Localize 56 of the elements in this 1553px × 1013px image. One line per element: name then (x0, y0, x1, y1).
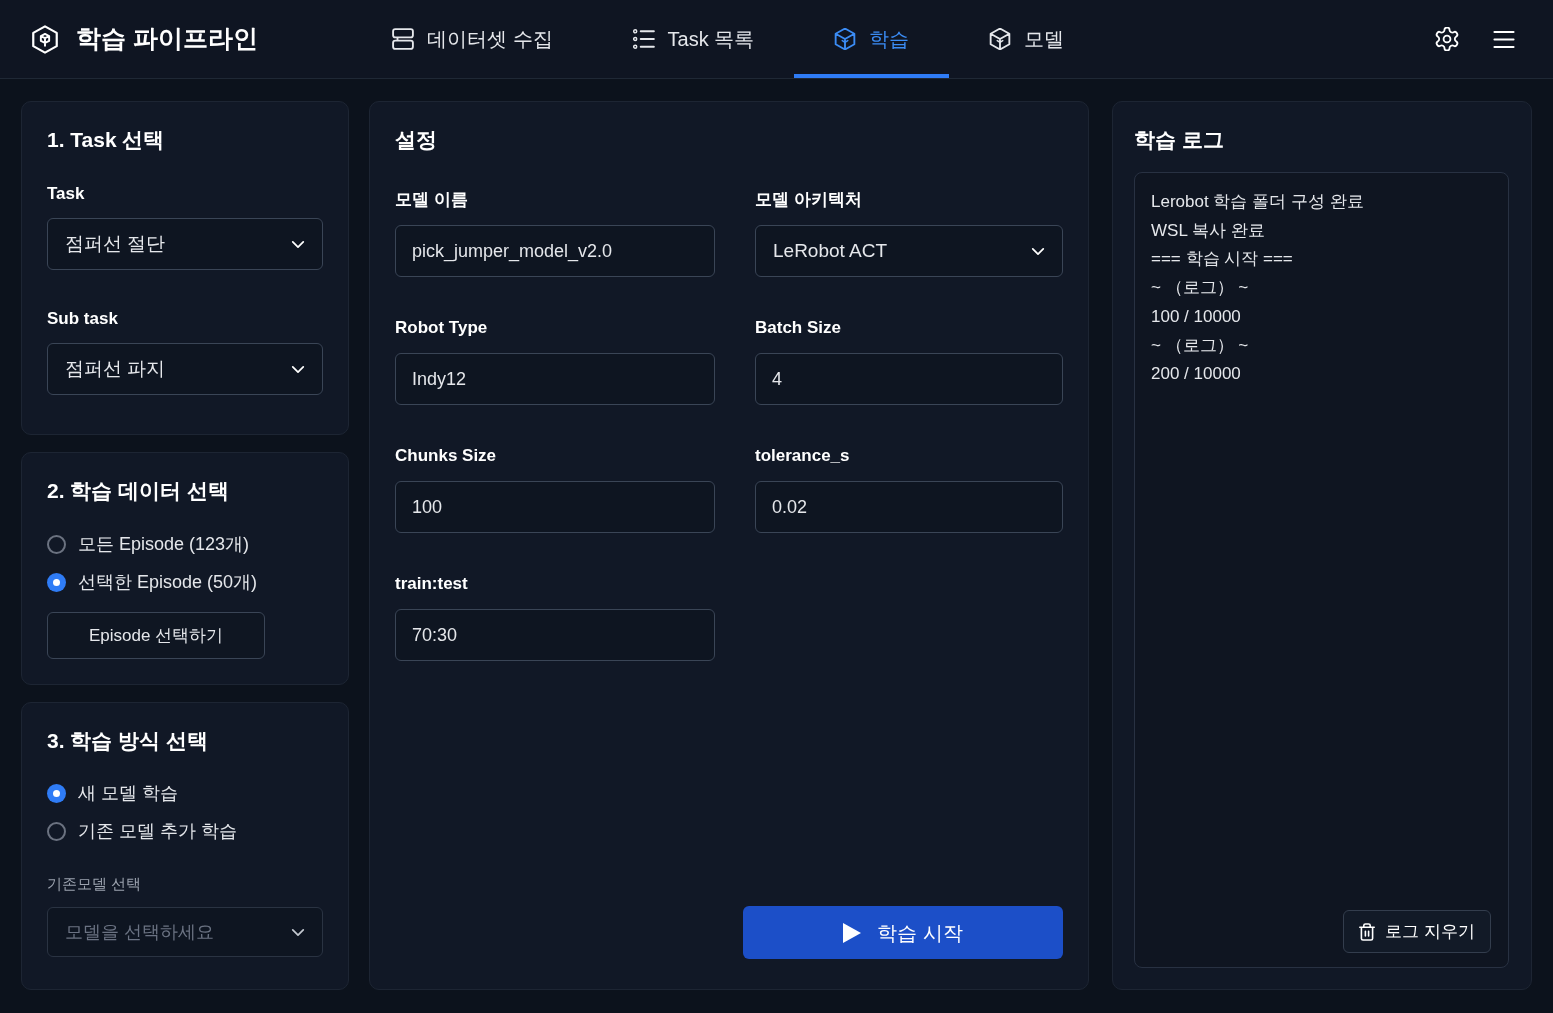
field-label: Batch Size (755, 317, 842, 339)
log-line: Lerobot 학습 폴더 구성 완료 (1151, 191, 1364, 213)
dropdown[interactable]: 점퍼선 파지 (47, 343, 323, 395)
field-label: 모델 아키텍처 (755, 189, 863, 211)
text-field[interactable]: 70:30 (395, 609, 715, 661)
chevron-down-icon (291, 364, 305, 374)
text-field[interactable]: Indy12 (395, 353, 715, 405)
panel-title: 설정 (395, 127, 438, 153)
panel-title: 2. 학습 데이터 선택 (47, 478, 230, 504)
list-icon (632, 28, 655, 50)
chevron-down-icon (291, 239, 305, 249)
dropdown[interactable]: 점퍼선 절단 (47, 218, 323, 270)
field-label: Robot Type (395, 317, 489, 339)
nav-tab[interactable]: 데이터셋 수집 (351, 0, 593, 78)
log-line: === 학습 시작 === (1151, 248, 1293, 271)
chevron-down-icon (291, 927, 305, 937)
field-label: tolerance_s (755, 445, 851, 467)
clear-log-button[interactable]: 로그 지우기 (1343, 910, 1491, 953)
log-line: WSL 복사 완료 (1151, 219, 1265, 242)
stacked-blocks-icon (391, 28, 414, 50)
radio-option[interactable]: 모든 Episode (123개) (47, 531, 258, 557)
start-training-button[interactable]: 학습 시작 (743, 906, 1063, 959)
episode-select-button[interactable]: Episode 선택하기 (47, 612, 265, 659)
log-line: 200 / 10000 (1151, 363, 1241, 386)
text-field[interactable]: 0.02 (755, 481, 1063, 533)
cube-icon (834, 28, 857, 50)
logo-icon (31, 24, 59, 54)
field-label: Task (47, 183, 86, 205)
app-title: 학습 파이프라인 (76, 23, 258, 55)
settings-icon[interactable] (1435, 27, 1459, 51)
dropdown[interactable]: LeRobot ACT (755, 225, 1063, 277)
radio-option[interactable]: 기존 모델 추가 학습 (47, 818, 323, 844)
panel-title: 3. 학습 방식 선택 (47, 728, 210, 754)
field-label: 기존모델 선택 (47, 874, 142, 894)
panel-title: 1. Task 선택 (47, 127, 166, 153)
trash-icon (1359, 922, 1376, 941)
cube-icon (989, 28, 1012, 50)
log-line: ~ （로그） ~ (1151, 334, 1249, 357)
menu-icon[interactable] (1493, 30, 1515, 48)
text-field[interactable]: 100 (395, 481, 715, 533)
log-line: 100 / 10000 (1151, 305, 1241, 328)
text-field[interactable]: 4 (755, 353, 1063, 405)
nav-tab[interactable]: 학습 (794, 0, 950, 78)
radio-option[interactable]: 새 모델 학습 (47, 780, 323, 806)
field-label: 모델 이름 (395, 189, 469, 211)
nav-tab[interactable]: Task 목록 (592, 0, 795, 78)
play-icon (843, 922, 862, 943)
field-label: train:test (395, 573, 469, 595)
radio-option[interactable]: 선택한 Episode (50개) (47, 569, 258, 595)
field-label: Sub task (47, 308, 119, 330)
chevron-down-icon (1031, 246, 1045, 256)
field-label: Chunks Size (395, 445, 498, 467)
log-line: ~ （로그） ~ (1151, 277, 1249, 300)
panel-title: 학습 로그 (1134, 127, 1225, 153)
nav-tab[interactable]: 모델 (949, 0, 1105, 78)
text-field[interactable]: pick_jumper_model_v2.0 (395, 225, 715, 277)
